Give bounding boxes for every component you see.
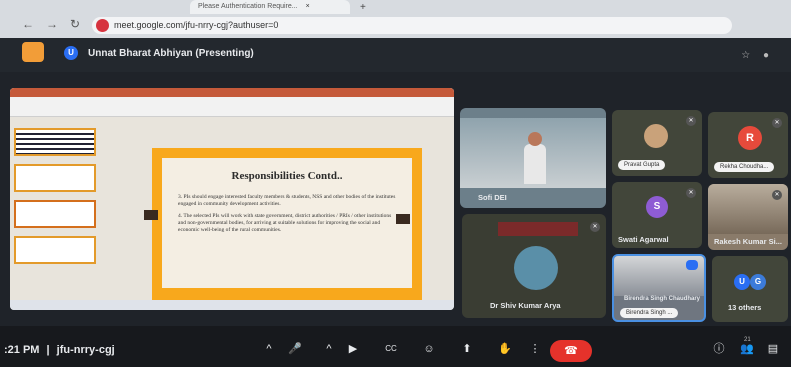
slide-nav-right — [396, 214, 410, 224]
present-button[interactable]: ⬆ — [456, 340, 478, 358]
participant-tile-pravat[interactable]: ✕ Pravat Gupta — [612, 110, 702, 176]
video-feed — [498, 222, 578, 236]
participant-avatar: R — [738, 126, 762, 150]
powerpoint-titlebar — [10, 88, 454, 97]
emoji-button[interactable]: ☺ — [418, 340, 440, 358]
slide-thumbnail[interactable] — [14, 128, 96, 156]
tab-title: Please Authentication Require... — [198, 3, 298, 10]
meeting-time: :21 PM — [4, 344, 40, 356]
video-options-icon[interactable]: ^ — [318, 340, 340, 358]
slide-body: 3. PIs should engage interested faculty … — [178, 194, 398, 239]
tab-close-icon[interactable]: × — [306, 3, 310, 10]
participant-tile-swati[interactable]: S ✕ Swati Agarwal — [612, 182, 702, 248]
captions-button[interactable]: CC — [380, 340, 402, 358]
powerpoint-ribbon — [10, 88, 454, 117]
microphone-button[interactable]: 🎤 — [284, 340, 306, 358]
speaking-indicator-icon — [686, 260, 698, 270]
participant-avatar: U — [734, 274, 750, 290]
url-text: meet.google.com/jfu-nrry-cgj?authuser=0 — [114, 20, 279, 30]
more-options-button[interactable]: ⋮ — [524, 340, 546, 358]
people-button[interactable]: 👥 — [736, 340, 758, 358]
participant-name: Rakesh Kumar Si... — [714, 237, 782, 246]
profile-icon[interactable]: ● — [763, 50, 769, 61]
participant-name: Birendra Singh Chaudhary — [624, 296, 701, 302]
slide-thumbnail[interactable] — [14, 164, 96, 192]
participant-tile-rekha[interactable]: R ✕ Rekha Choudha... — [708, 112, 788, 178]
site-icon — [96, 19, 109, 32]
mic-off-icon: ✕ — [590, 222, 600, 232]
participant-avatar: G — [750, 274, 766, 290]
header-icons: ☆ ● — [741, 50, 769, 61]
app-icon — [22, 42, 44, 62]
meeting-info: :21 PM | jfu-nrry-cgj — [4, 344, 115, 356]
camera-button[interactable]: ▶ — [342, 340, 364, 358]
slide-thumbnail[interactable] — [14, 236, 96, 264]
slide-thumbnails — [14, 128, 104, 298]
mic-off-icon: ✕ — [772, 190, 782, 200]
mic-off-icon: ✕ — [686, 188, 696, 198]
participant-name-pill: Birendra Singh ... — [620, 308, 679, 318]
back-button[interactable]: ← — [22, 17, 34, 31]
presenter-avatar: U — [64, 46, 78, 60]
slide-point: 4. The selected PIs will work with state… — [178, 213, 392, 233]
new-tab-button[interactable]: + — [360, 2, 366, 13]
presenting-label: Unnat Bharat Abhiyan (Presenting) — [88, 48, 254, 59]
participant-name: Sofi DEI — [478, 193, 507, 202]
star-icon[interactable]: ☆ — [741, 50, 750, 61]
person-figure — [524, 144, 546, 184]
info-button[interactable]: ⓘ — [708, 340, 730, 358]
participant-name: Dr Shiv Kumar Arya — [490, 301, 561, 310]
browser-tab[interactable]: Please Authentication Require... × — [190, 0, 350, 14]
shared-screen: Responsibilities Contd.. 3. PIs should e… — [10, 88, 454, 310]
slide-thumbnail[interactable] — [14, 200, 96, 228]
person-head — [528, 132, 542, 146]
current-slide: Responsibilities Contd.. 3. PIs should e… — [152, 148, 422, 300]
address-bar[interactable]: meet.google.com/jfu-nrry-cgj?authuser=0 — [92, 17, 732, 34]
others-count: 13 others — [728, 303, 762, 312]
raise-hand-button[interactable]: ✋ — [494, 340, 516, 358]
separator: | — [46, 344, 50, 356]
end-call-button[interactable]: ☎ — [550, 340, 592, 362]
participant-name: Rekha Choudha... — [714, 162, 775, 172]
slide-point: 3. PIs should engage interested faculty … — [178, 194, 396, 207]
participant-avatar — [514, 246, 558, 290]
participant-avatar — [644, 124, 668, 148]
slide-content: Responsibilities Contd.. 3. PIs should e… — [162, 158, 412, 288]
mic-off-icon: ✕ — [772, 118, 782, 128]
windows-taskbar — [10, 300, 454, 310]
audio-options-icon[interactable]: ^ — [258, 340, 280, 358]
participant-avatar: S — [646, 196, 668, 218]
participant-tile-shiv[interactable]: ✕ Dr Shiv Kumar Arya — [462, 214, 606, 318]
slide-title: Responsibilities Contd.. — [231, 170, 343, 182]
participant-tile-rakesh[interactable]: ✕ Rakesh Kumar Si... — [708, 184, 788, 250]
mic-off-icon: ✕ — [686, 116, 696, 126]
forward-button[interactable]: → — [46, 17, 58, 31]
participant-tile-sofi[interactable]: Sofi DEI — [460, 108, 606, 208]
meeting-code: jfu-nrry-cgj — [56, 344, 115, 356]
chat-button[interactable]: ▤ — [762, 340, 784, 358]
reload-button[interactable]: ↻ — [70, 17, 80, 31]
participant-tile-others[interactable]: U G 13 others — [712, 256, 788, 322]
slide-nav-left — [144, 210, 158, 220]
participant-tile-birendra[interactable]: Birendra Singh Chaudhary Birendra Singh … — [612, 254, 706, 322]
participant-name: Pravat Gupta — [618, 160, 666, 170]
participant-name: Swati Agarwal — [618, 235, 669, 244]
